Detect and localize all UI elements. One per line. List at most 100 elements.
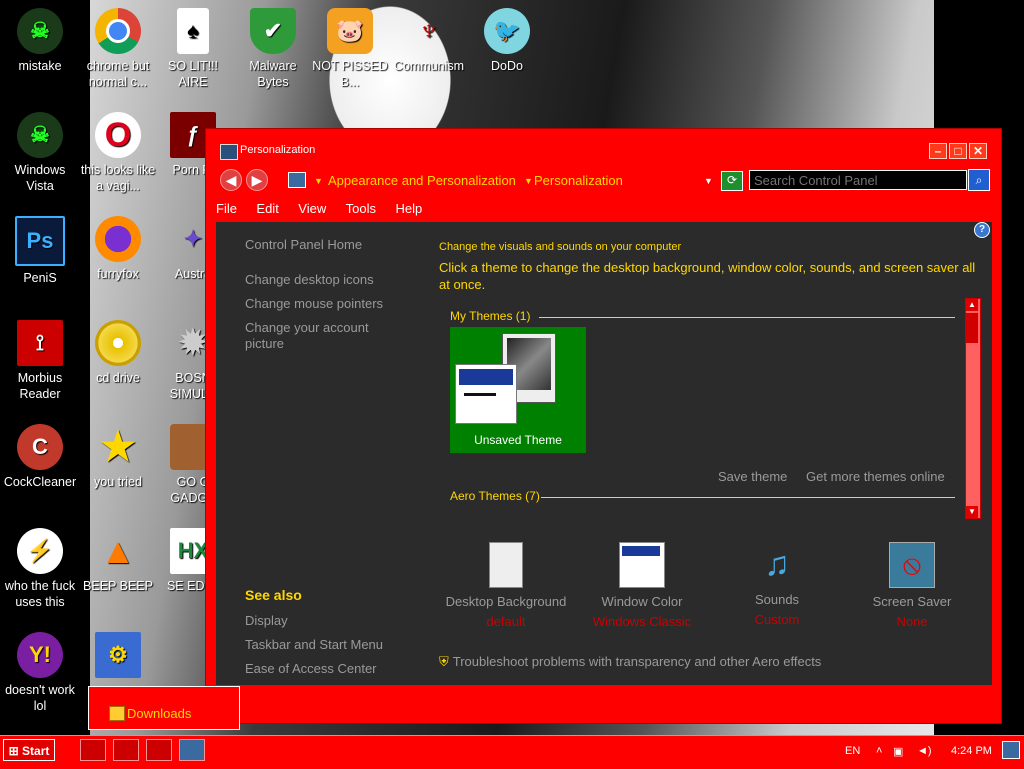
address-dropdown-icon[interactable]: ▼ bbox=[704, 176, 713, 186]
breadcrumb-personalization[interactable]: Personalization bbox=[534, 173, 623, 188]
desktop-icon-so-lit-aire[interactable]: ♠ SO LIT!!! AIRE bbox=[153, 8, 233, 90]
window-title: Personalization bbox=[240, 144, 316, 156]
menu-edit[interactable]: Edit bbox=[256, 201, 278, 216]
menu-tools[interactable]: Tools bbox=[346, 201, 376, 216]
desktop-icon-you-tried[interactable]: ★ you tried bbox=[78, 424, 158, 490]
start-button[interactable]: ⊞ Start bbox=[3, 739, 55, 761]
breadcrumb-appearance[interactable]: Appearance and Personalization bbox=[328, 173, 516, 188]
yahoo-messenger-icon: Y! bbox=[17, 632, 63, 678]
scroll-thumb[interactable] bbox=[966, 313, 978, 343]
divider bbox=[541, 497, 955, 498]
window-preview bbox=[455, 364, 517, 424]
sounds-item[interactable]: ♫ Sounds Custom bbox=[702, 542, 852, 627]
shield-icon: ⛨ bbox=[439, 654, 449, 669]
title-bar[interactable]: Personalization – □ ✕ bbox=[206, 129, 1001, 163]
help-icon[interactable]: ? bbox=[974, 222, 990, 238]
clock[interactable]: 4:24 PM bbox=[951, 745, 992, 757]
desktop-icon-furryfox[interactable]: furryfox bbox=[78, 216, 158, 282]
desktop-icon-windows-vista[interactable]: ☠ Windows Vista bbox=[0, 112, 80, 194]
desktop-background-item[interactable]: Desktop Background default bbox=[431, 542, 581, 629]
chevron-down-icon[interactable]: ▼ bbox=[314, 176, 323, 186]
address-bar[interactable]: ▼ Appearance and Personalization ▼ Perso… bbox=[278, 168, 714, 192]
chevron-down-icon[interactable]: ▼ bbox=[524, 176, 533, 186]
troubleshoot-link[interactable]: ⛨ Troubleshoot problems with transparency… bbox=[439, 654, 821, 670]
desktop-icon-chrome[interactable]: chrome but normal c... bbox=[78, 8, 158, 90]
maximize-button[interactable]: □ bbox=[949, 143, 967, 159]
no-screensaver-icon: ⦸ bbox=[889, 542, 935, 588]
taskbar-control-panel-button[interactable] bbox=[179, 739, 205, 761]
scroll-down-icon[interactable]: ▼ bbox=[966, 506, 978, 518]
desktop-icon-opera[interactable]: O this looks like a vagi... bbox=[78, 112, 158, 194]
desktop-icon-who-uses-this[interactable]: ⚡ who the fuck uses this bbox=[0, 528, 80, 610]
unsaved-theme-tile[interactable]: Unsaved Theme bbox=[450, 327, 586, 453]
minimize-button[interactable]: – bbox=[929, 143, 947, 159]
close-button[interactable]: ✕ bbox=[969, 143, 987, 159]
chrome-icon bbox=[95, 8, 141, 54]
desktop-icon-dodo[interactable]: 🐦 DoDo bbox=[467, 8, 547, 74]
desktop-icon-photoshop[interactable]: Ps PeniS bbox=[0, 216, 80, 286]
desktop-icon-doesnt-work[interactable]: Y! doesn't work lol bbox=[0, 632, 80, 714]
menu-view[interactable]: View bbox=[298, 201, 326, 216]
forward-button[interactable]: ▶ bbox=[246, 169, 268, 191]
my-themes-heading: My Themes (1) bbox=[450, 309, 531, 323]
downloads-folder-popup[interactable]: Downloads bbox=[88, 686, 240, 730]
desktop-icon-communism[interactable]: ♆ Communism bbox=[389, 8, 469, 74]
search-icon[interactable]: ⌕ bbox=[968, 169, 990, 191]
taskbar-start-menu-link[interactable]: Taskbar and Start Menu bbox=[245, 637, 383, 652]
desktop-icon-cockcleaner[interactable]: C CockCleaner bbox=[0, 424, 80, 490]
star-icon: ★ bbox=[100, 425, 136, 469]
show-desktop-icon[interactable] bbox=[1002, 741, 1020, 759]
display-link[interactable]: Display bbox=[245, 613, 288, 628]
control-panel-home-link[interactable]: Control Panel Home bbox=[245, 237, 362, 252]
change-desktop-icons-link[interactable]: Change desktop icons bbox=[245, 272, 374, 287]
taskbar-explorer-button[interactable] bbox=[146, 739, 172, 761]
desktop-icon-morbius-reader[interactable]: ⟟ Morbius Reader bbox=[0, 320, 80, 402]
gears-icon: ⚙ bbox=[95, 632, 141, 678]
page-description: Click a theme to change the desktop back… bbox=[439, 260, 976, 292]
refresh-button[interactable]: ⟳ bbox=[721, 171, 743, 191]
window-color-item[interactable]: Window Color Windows Classic bbox=[567, 542, 717, 629]
pdf-reader-icon: ⟟ bbox=[17, 320, 63, 366]
opera-icon: O bbox=[95, 112, 141, 158]
search-input[interactable] bbox=[749, 170, 967, 190]
creeper-icon: ☠ bbox=[17, 112, 63, 158]
taskbar-chrome-button-2[interactable] bbox=[113, 739, 139, 761]
desktop-icon-cd-drive[interactable]: cd drive bbox=[78, 320, 158, 386]
desktop-icon-malware-bytes[interactable]: ✔ Malware Bytes bbox=[233, 8, 313, 90]
eagle-emblem-icon: ♆ bbox=[417, 14, 441, 47]
show-hidden-icons-icon[interactable]: ˄ bbox=[876, 745, 882, 757]
change-mouse-pointers-link[interactable]: Change mouse pointers bbox=[245, 296, 383, 311]
dodo-bird-icon: 🐦 bbox=[484, 8, 530, 54]
wallpaper-icon bbox=[489, 542, 523, 588]
theme-name: Unsaved Theme bbox=[474, 433, 562, 447]
change-account-picture-link[interactable]: Change your account picture bbox=[245, 320, 395, 352]
menu-help[interactable]: Help bbox=[395, 201, 422, 216]
themes-scrollbar[interactable]: ▲ ▼ bbox=[965, 298, 981, 519]
desktop-icon-mistake[interactable]: ☠ mistake bbox=[0, 8, 80, 74]
menu-file[interactable]: File bbox=[216, 201, 237, 216]
ease-of-access-link[interactable]: Ease of Access Center bbox=[245, 661, 377, 676]
desktop-icon-beep-beep[interactable]: ▲ BEEP BEEP bbox=[78, 528, 158, 594]
music-notes-icon: ♫ bbox=[764, 545, 790, 583]
back-button[interactable]: ◀ bbox=[220, 169, 242, 191]
get-more-themes-link[interactable]: Get more themes online bbox=[806, 469, 945, 484]
taskbar-chrome-button[interactable] bbox=[80, 739, 106, 761]
volume-icon[interactable]: ◄) bbox=[917, 745, 932, 757]
scroll-up-icon[interactable]: ▲ bbox=[966, 299, 978, 311]
cd-drive-icon bbox=[95, 320, 141, 366]
playing-cards-icon: ♠ bbox=[177, 8, 209, 54]
angry-birds-pig-icon: 🐷 bbox=[327, 8, 373, 54]
shield-check-icon: ✔ bbox=[250, 8, 296, 54]
screen-saver-item[interactable]: ⦸ Screen Saver None bbox=[837, 542, 987, 629]
language-indicator[interactable]: EN bbox=[845, 745, 860, 757]
monitor-icon bbox=[220, 144, 238, 160]
vlc-cone-icon: ▲ bbox=[100, 530, 136, 571]
folder-icon bbox=[109, 706, 125, 721]
desktop-icon-not-pissed[interactable]: 🐷 NOT PISSED B... bbox=[310, 8, 390, 90]
save-theme-link[interactable]: Save theme bbox=[718, 469, 787, 484]
window-color-icon bbox=[619, 542, 665, 588]
menu-bar: File Edit View Tools Help bbox=[216, 200, 437, 220]
ccleaner-icon: C bbox=[17, 424, 63, 470]
content-pane: ? Control Panel Home Change desktop icon… bbox=[216, 222, 992, 685]
network-icon[interactable]: ▣ bbox=[893, 745, 903, 758]
